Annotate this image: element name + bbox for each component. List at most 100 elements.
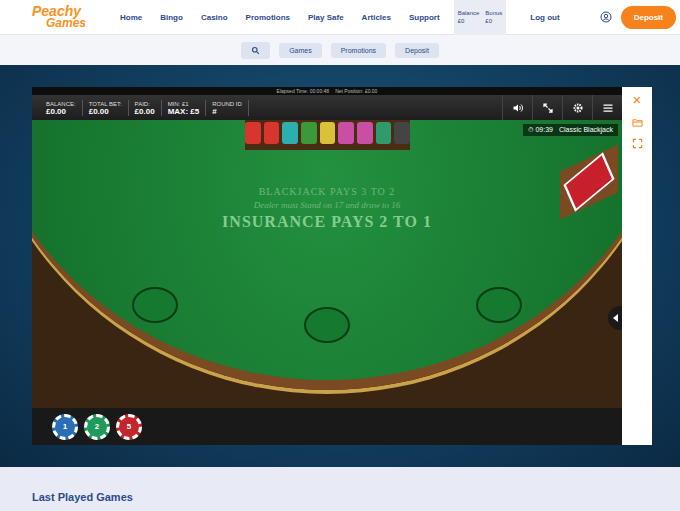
rack-chip — [357, 122, 373, 144]
table-text: BLACKJACK PAYS 3 TO 2 Dealer must Stand o… — [222, 186, 432, 231]
nav-item[interactable]: Articles — [362, 13, 391, 22]
rack-chip — [320, 122, 336, 144]
stat-label: MIN: £1 — [168, 100, 200, 108]
search-icon-wrap — [251, 46, 260, 55]
search-icon[interactable] — [251, 46, 260, 55]
user-icon[interactable] — [600, 11, 612, 23]
wallet-label: Balance — [458, 9, 480, 17]
expand-icon-wrap — [632, 138, 643, 149]
rack-chip — [301, 122, 317, 144]
menu-icon[interactable] — [602, 102, 614, 114]
header-icons — [502, 95, 622, 120]
wallet-label: Bonus — [485, 9, 502, 17]
chip[interactable]: 2 — [84, 414, 110, 440]
side-toggle[interactable] — [608, 306, 622, 330]
subnav-button[interactable]: Deposit — [395, 43, 439, 58]
sound-icon[interactable] — [512, 102, 524, 114]
game-frame: Elapsed Time: 00:00:48 Net Position: £0.0… — [32, 87, 622, 445]
nav-item[interactable]: Casino — [201, 13, 228, 22]
close-button[interactable]: × — [633, 93, 642, 107]
header-button[interactable] — [592, 95, 622, 120]
last-played-section: Last Played Games — [0, 467, 680, 511]
table-line: Dealer must Stand on 17 and draw to 16 — [254, 200, 401, 210]
stat: MIN: £1MAX: £5 — [162, 100, 207, 116]
stat: ROUND ID# — [206, 100, 249, 116]
stat-label: TOTAL BET: — [89, 100, 122, 108]
stat: BALANCE:£0.00 — [40, 100, 83, 116]
fullscreen-icon[interactable] — [542, 102, 554, 114]
subnav-button[interactable]: Games — [279, 43, 322, 58]
stat-value: £0.00 — [135, 108, 155, 116]
sound-icon-wrap — [512, 102, 524, 114]
rack-chip — [338, 122, 354, 144]
wallet: Balance£0Bonus£0 — [454, 0, 507, 35]
game-title: Classic Blackjack — [559, 126, 613, 134]
stat-value: # — [212, 108, 242, 116]
chip-rack — [245, 120, 410, 150]
header-button[interactable] — [502, 95, 532, 120]
header-button[interactable] — [562, 95, 592, 120]
logout-link[interactable]: Log out — [530, 13, 559, 22]
page: PeachyGamesHomeBingoCasinoPromotionsPlay… — [0, 0, 680, 511]
rack-chip — [245, 122, 261, 144]
nav-list: Home Bingo Casino Promotions Play Safe Articl… — [120, 13, 440, 22]
stat-label: ROUND ID — [212, 100, 242, 108]
blackjack-table: ⏱ 09:39 Classic Blackjack BLACKJACK PAYS 3… — [32, 120, 622, 408]
chip-bar: 125 — [32, 408, 622, 445]
game-title-bar: ⏱ 09:39 Classic Blackjack — [523, 124, 618, 136]
stat: TOTAL BET:£0.00 — [83, 100, 129, 116]
top-nav: PeachyGames Home Bingo Casino Promotions Play… — [0, 0, 680, 35]
betting-spot[interactable] — [132, 287, 178, 323]
nav-item[interactable]: Bingo — [160, 13, 183, 22]
chip[interactable]: 1 — [52, 414, 78, 440]
section-heading: Last Played Games — [32, 491, 648, 503]
nav-item[interactable]: Support — [409, 13, 440, 22]
status-text: Net Position: £0.00 — [335, 87, 377, 95]
folder-icon[interactable] — [632, 117, 643, 128]
stat-value: £0.00 — [46, 108, 76, 116]
menu-icon-wrap — [602, 102, 614, 114]
gear-icon[interactable] — [572, 102, 584, 114]
wallet-item: Bonus£0 — [485, 9, 502, 25]
status-text: Elapsed Time: 00:00:48 — [277, 87, 330, 95]
deposit-button[interactable]: Deposit — [621, 6, 676, 29]
rack-chip — [394, 122, 410, 144]
stat-label: BALANCE: — [46, 100, 76, 108]
nav-item[interactable]: Promotions — [246, 13, 290, 22]
side-panel: × — [622, 87, 652, 445]
gear-icon-wrap — [572, 102, 584, 114]
rack-chip — [282, 122, 298, 144]
subnav-button[interactable]: Promotions — [331, 43, 386, 58]
nav-item[interactable]: Play Safe — [308, 13, 344, 22]
chip[interactable]: 5 — [116, 414, 142, 440]
wallet-item: Balance£0 — [458, 9, 480, 25]
search-button[interactable] — [241, 42, 270, 59]
status-bar: Elapsed Time: 00:00:48 Net Position: £0.0… — [32, 87, 622, 95]
folder-icon-wrap — [632, 117, 643, 128]
timer: ⏱ 09:39 — [528, 126, 552, 134]
expand-icon[interactable] — [632, 138, 643, 149]
logo-line: Games — [32, 17, 110, 29]
stat-value: £0.00 — [89, 108, 122, 116]
rack-chip — [264, 122, 280, 144]
logo-line: Peachy — [32, 5, 110, 17]
betting-spot[interactable] — [304, 307, 350, 343]
fullscreen-icon-wrap — [542, 102, 554, 114]
table-line: BLACKJACK PAYS 3 TO 2 — [259, 186, 396, 197]
table-felt — [32, 120, 622, 390]
table-line: INSURANCE PAYS 2 TO 1 — [222, 213, 432, 231]
game-header: BALANCE:£0.00TOTAL BET:£0.00PAID:£0.00MI… — [32, 95, 622, 120]
nav-item[interactable]: Home — [120, 13, 142, 22]
betting-spot[interactable] — [476, 287, 522, 323]
rack-chip — [376, 122, 392, 144]
logo[interactable]: PeachyGames — [32, 5, 110, 29]
stat-value: MAX: £5 — [168, 108, 200, 116]
wallet-value: £0 — [485, 17, 502, 25]
game-area: Elapsed Time: 00:00:48 Net Position: £0.0… — [0, 65, 680, 467]
betting-spots — [132, 287, 522, 343]
wallet-value: £0 — [458, 17, 480, 25]
header-button[interactable] — [532, 95, 562, 120]
stat: PAID:£0.00 — [129, 100, 162, 116]
arrow-left-icon — [613, 314, 618, 322]
sub-nav: Games Promotions Deposit — [0, 35, 680, 65]
